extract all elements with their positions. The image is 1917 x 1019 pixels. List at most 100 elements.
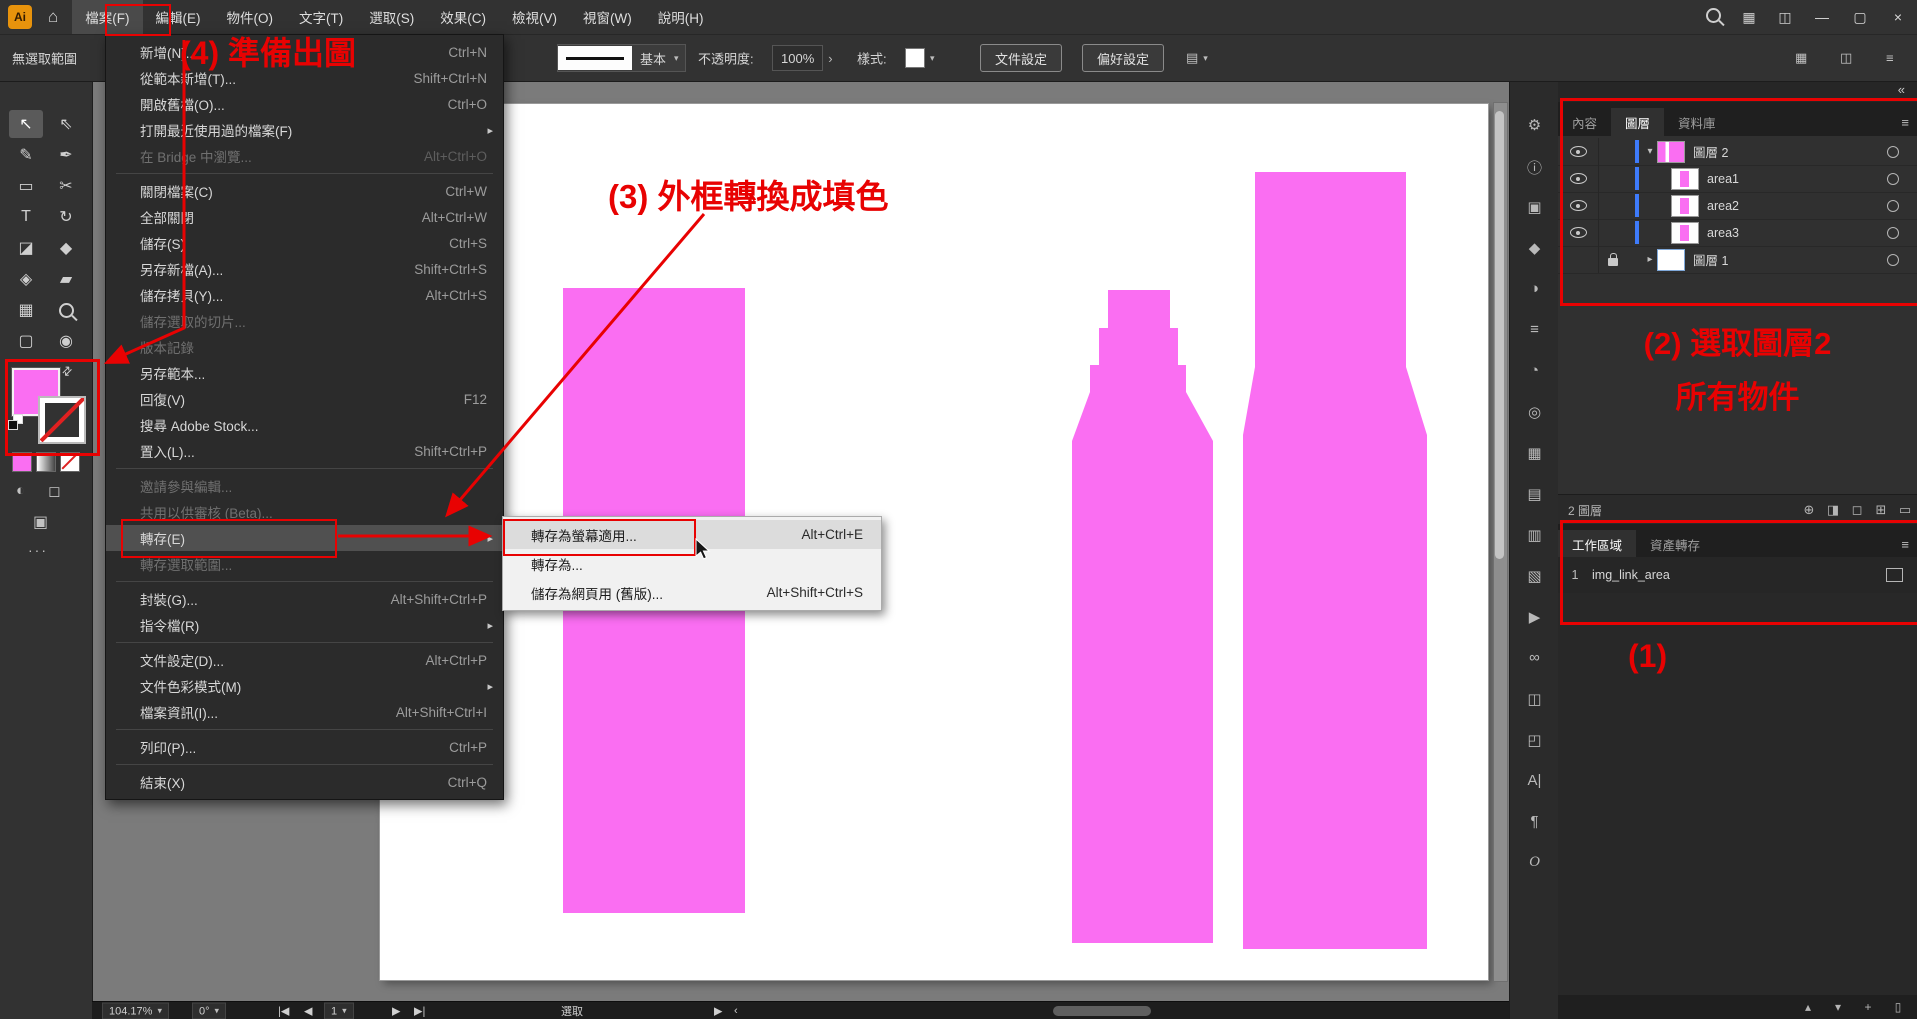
rectangle-tool[interactable]: ▭ xyxy=(9,172,43,200)
menu-item-document-color-mode[interactable]: 文件色彩模式(M)▸ xyxy=(106,673,503,699)
color-mode-button[interactable] xyxy=(12,452,32,472)
zoom-level-dropdown[interactable]: 104.17%▾ xyxy=(102,1003,169,1019)
gradient-tool[interactable]: ▰ xyxy=(49,265,83,293)
layer-row[interactable]: area3 xyxy=(1558,219,1917,247)
symbols-icon[interactable]: ◎ xyxy=(1510,403,1559,421)
links-icon[interactable]: ∞ xyxy=(1510,649,1559,666)
appearance-icon[interactable]: ▤ xyxy=(1510,485,1559,503)
vertical-scrollbar[interactable] xyxy=(1493,102,1508,982)
layer-row[interactable]: ▾ 圖層 2 xyxy=(1558,138,1917,166)
menu-item-revert[interactable]: 回復(V)F12 xyxy=(106,386,503,412)
menu-file[interactable]: 檔案(F) xyxy=(72,0,142,34)
menu-item-save-as-template[interactable]: 另存範本... xyxy=(106,360,503,386)
layer-row[interactable]: area2 xyxy=(1558,192,1917,220)
curvature-tool[interactable]: ✎ xyxy=(9,141,43,169)
collapse-panels-icon[interactable]: « xyxy=(1898,82,1905,97)
panel-menu-icon[interactable]: ≡ xyxy=(1901,537,1909,552)
brush-definition-dropdown[interactable]: 基本▾ xyxy=(557,44,686,72)
visibility-toggle[interactable] xyxy=(1558,165,1599,192)
artboard-name[interactable]: img_link_area xyxy=(1592,568,1670,582)
info-icon[interactable]: ⓘ xyxy=(1510,157,1559,178)
new-layer-icon[interactable]: ⊞ xyxy=(1869,502,1893,518)
horizontal-scroll-thumb[interactable] xyxy=(1053,1006,1151,1016)
visibility-toggle[interactable] xyxy=(1558,192,1599,219)
tab-asset-export[interactable]: 資產轉存 xyxy=(1636,530,1714,558)
lock-toggle[interactable] xyxy=(1599,254,1627,266)
visibility-toggle[interactable] xyxy=(1558,246,1599,273)
target-circle-icon[interactable] xyxy=(1887,254,1899,266)
libraries-icon[interactable]: ◆ xyxy=(1510,239,1559,257)
scroll-up-icon[interactable]: ▴ xyxy=(1795,1000,1821,1014)
menu-item-close[interactable]: 關閉檔案(C)Ctrl+W xyxy=(106,178,503,204)
swap-fill-stroke-icon[interactable]: ⇄ xyxy=(59,362,76,379)
gradient-icon[interactable]: ◑ xyxy=(1510,280,1559,297)
artboard-icon[interactable] xyxy=(1886,568,1903,582)
menu-item-save-for-web[interactable]: 儲存為網頁用 (舊版)...Alt+Shift+Ctrl+S xyxy=(503,578,881,607)
stroke-color-swatch[interactable] xyxy=(38,396,86,444)
swatches-icon[interactable]: ▧ xyxy=(1510,567,1559,585)
artboard-row[interactable]: 1 img_link_area xyxy=(1558,557,1917,594)
clipping-mask-icon[interactable]: ◨ xyxy=(1821,502,1845,518)
layer-name[interactable]: area3 xyxy=(1707,226,1887,240)
hand-tool[interactable]: ◉ xyxy=(49,327,83,355)
workspace-switcher-icon[interactable]: ◫ xyxy=(1767,9,1803,26)
shape-bottle-small[interactable] xyxy=(1072,290,1213,943)
menu-edit[interactable]: 編輯(E) xyxy=(143,0,214,34)
actions-icon[interactable]: ▶ xyxy=(1510,608,1559,626)
gradient-mode-button[interactable] xyxy=(36,452,56,472)
menu-item-file-info[interactable]: 檔案資訊(I)...Alt+Shift+Ctrl+I xyxy=(106,699,503,725)
pattern-icon[interactable]: ▦ xyxy=(1510,444,1559,462)
stroke-icon[interactable]: ≡ xyxy=(1510,321,1559,338)
menu-item-save-as[interactable]: 另存新檔(A)...Shift+Ctrl+S xyxy=(106,256,503,282)
menu-item-export-as[interactable]: 轉存為... xyxy=(503,549,881,578)
target-circle-icon[interactable] xyxy=(1887,200,1899,212)
default-swatches-icon[interactable] xyxy=(8,414,22,428)
asset-export-icon[interactable]: ◰ xyxy=(1510,731,1559,749)
restore-button[interactable]: ▢ xyxy=(1841,0,1879,34)
menu-window[interactable]: 視窗(W) xyxy=(570,0,645,34)
new-item-icon[interactable]: + xyxy=(1855,1000,1881,1014)
chevron-right-icon[interactable]: ▸ xyxy=(1643,254,1657,265)
close-button[interactable]: × xyxy=(1879,0,1917,34)
draw-normal-icon[interactable]: ◐ xyxy=(16,482,25,499)
locate-object-icon[interactable]: ⊕ xyxy=(1797,502,1821,518)
menu-item-save[interactable]: 儲存(S)Ctrl+S xyxy=(106,230,503,256)
layer-thumbnail[interactable] xyxy=(1671,168,1699,190)
minimize-button[interactable]: — xyxy=(1803,0,1841,34)
image-trace-icon[interactable]: ◫ xyxy=(1510,690,1559,708)
home-icon[interactable]: ⌂ xyxy=(48,7,58,27)
layer-thumbnail[interactable] xyxy=(1657,141,1685,163)
first-artboard-button[interactable]: |◀ xyxy=(278,1005,289,1018)
graphic-styles-icon[interactable]: ▥ xyxy=(1510,526,1559,544)
preferences-button[interactable]: 偏好設定 xyxy=(1082,44,1164,72)
menu-item-search-adobe-stock[interactable]: 搜尋 Adobe Stock... xyxy=(106,412,503,438)
target-circle-icon[interactable] xyxy=(1887,146,1899,158)
eyedropper-tool[interactable]: ◆ xyxy=(49,234,83,262)
layer-name[interactable]: 圖層 2 xyxy=(1693,142,1887,161)
shape-bottle-large[interactable] xyxy=(1243,172,1427,949)
vertical-scroll-thumb[interactable] xyxy=(1495,111,1504,559)
layer-name[interactable]: area2 xyxy=(1707,199,1887,213)
mesh-tool[interactable]: ▦ xyxy=(9,296,43,324)
none-mode-button[interactable] xyxy=(60,452,80,472)
status-expand-icon[interactable]: ▶ xyxy=(714,1005,722,1018)
trash-icon[interactable]: ▯ xyxy=(1885,1000,1911,1014)
eraser-tool[interactable]: ◪ xyxy=(9,234,43,262)
paragraph-icon[interactable]: ¶ xyxy=(1510,813,1559,830)
screen-mode-icon[interactable]: ▣ xyxy=(33,512,48,532)
character-icon[interactable]: A| xyxy=(1510,772,1559,789)
menu-item-new[interactable]: 新增(N)...Ctrl+N xyxy=(106,39,503,65)
layer-thumbnail[interactable] xyxy=(1671,222,1699,244)
style-dropdown[interactable]: ▾ xyxy=(905,48,935,68)
layer-name[interactable]: 圖層 1 xyxy=(1693,250,1887,269)
pen-tool[interactable]: ✒ xyxy=(49,141,83,169)
layer-thumbnail[interactable] xyxy=(1657,249,1685,271)
menu-type[interactable]: 文字(T) xyxy=(286,0,356,34)
tab-layers[interactable]: 圖層 xyxy=(1611,108,1664,136)
layer-name[interactable]: area1 xyxy=(1707,172,1887,186)
target-circle-icon[interactable] xyxy=(1887,173,1899,185)
chevron-down-icon[interactable]: ▾ xyxy=(1643,146,1657,157)
document-setup-button[interactable]: 文件設定 xyxy=(980,44,1062,72)
panel-menu-icon[interactable]: ≡ xyxy=(1901,115,1909,130)
type-tool[interactable]: T xyxy=(9,203,43,231)
